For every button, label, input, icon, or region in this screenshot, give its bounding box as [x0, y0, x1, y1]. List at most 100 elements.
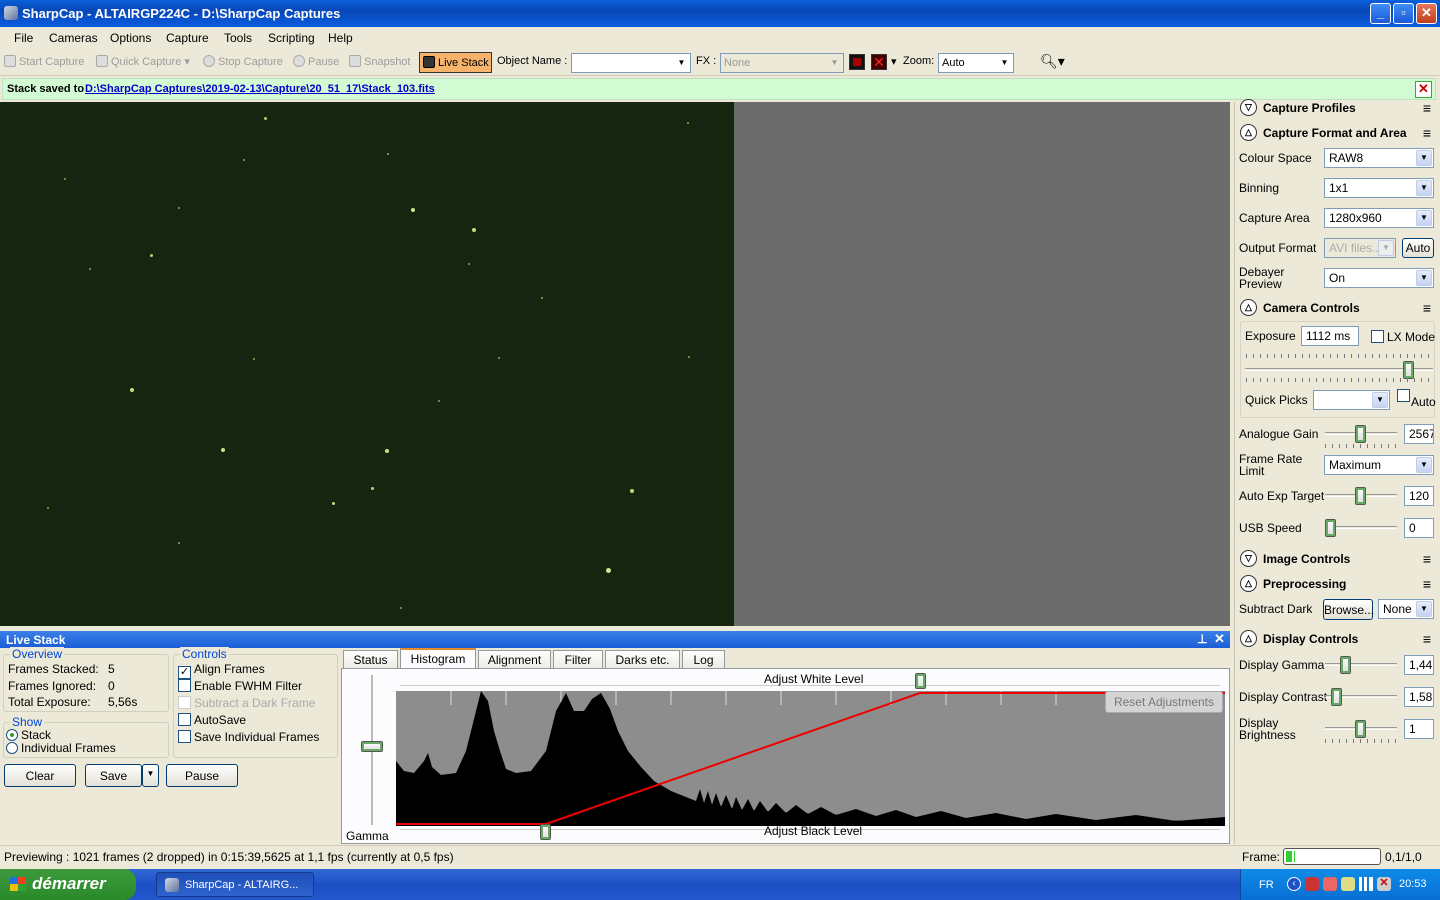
slider-thumb[interactable] — [1331, 688, 1342, 706]
save-button[interactable]: Save — [85, 764, 142, 787]
capture-format-header[interactable]: △ Capture Format and Area ≡ — [1237, 122, 1439, 144]
pause-button[interactable]: Pause — [293, 55, 339, 68]
zoom-combo[interactable]: Auto ▼ — [938, 53, 1014, 73]
display-gamma-slider[interactable] — [1325, 654, 1397, 676]
language-indicator[interactable]: FR — [1259, 879, 1274, 891]
gamma-slider[interactable] — [361, 675, 383, 825]
tab-alignment[interactable]: Alignment — [478, 650, 551, 668]
pin-icon[interactable]: ⊥ — [1197, 632, 1207, 646]
restore-button[interactable]: ▫ — [1393, 3, 1414, 24]
object-name-combo[interactable]: ▼ — [571, 53, 691, 73]
display-gamma-input[interactable]: 1,44 — [1404, 655, 1434, 675]
close-button[interactable]: ✕ — [1416, 3, 1437, 24]
menu-icon[interactable]: ≡ — [1423, 551, 1431, 567]
snapshot-button[interactable]: Snapshot — [349, 55, 410, 68]
start-button[interactable]: démarrer — [0, 869, 136, 900]
menu-icon[interactable]: ≡ — [1423, 300, 1431, 316]
debayer-preview-select[interactable]: On ▼ — [1324, 268, 1434, 288]
chevron-left-icon[interactable]: ‹ — [1287, 877, 1301, 891]
clear-button[interactable]: Clear — [4, 764, 76, 787]
autosave-checkbox[interactable]: AutoSave — [178, 713, 246, 727]
save-dropdown-button[interactable]: ▼ — [142, 764, 159, 787]
frame-rate-select[interactable]: Maximum ▼ — [1324, 455, 1434, 475]
close-icon[interactable]: ✕ — [1214, 631, 1225, 647]
align-frames-checkbox[interactable]: ✓ Align Frames — [178, 662, 265, 679]
output-format-auto-button[interactable]: Auto — [1402, 238, 1434, 258]
overlay-dropdown-icon[interactable]: ▾ — [891, 55, 897, 68]
usb-speed-input[interactable]: 0 — [1404, 518, 1434, 538]
signal-icon[interactable] — [1359, 877, 1373, 891]
camera-controls-header[interactable]: △ Camera Controls ≡ — [1237, 297, 1439, 319]
analogue-gain-input[interactable]: 2567 — [1404, 424, 1434, 444]
display-contrast-input[interactable]: 1,58 — [1404, 687, 1434, 707]
exposure-input[interactable]: 1112 ms — [1301, 326, 1359, 346]
menu-scripting[interactable]: Scripting — [268, 31, 315, 45]
menu-icon[interactable]: ≡ — [1423, 576, 1431, 592]
crosshair-icon[interactable]: ✕ — [871, 54, 887, 70]
tab-log[interactable]: Log — [682, 650, 725, 668]
colour-space-select[interactable]: RAW8 ▼ — [1324, 148, 1434, 168]
save-individual-checkbox[interactable]: Save Individual Frames — [178, 730, 319, 744]
reset-adjustments-button[interactable]: Reset Adjustments — [1105, 691, 1223, 713]
menu-icon[interactable]: ≡ — [1423, 125, 1431, 141]
network-error-icon[interactable]: ✕ — [1377, 877, 1391, 891]
display-brightness-slider[interactable] — [1325, 718, 1397, 740]
stop-capture-button[interactable]: Stop Capture — [203, 55, 283, 68]
auto-exp-target-input[interactable]: 120 — [1404, 486, 1434, 506]
dark-frame-select[interactable]: None ▼ — [1378, 599, 1434, 619]
menu-tools[interactable]: Tools — [224, 31, 252, 45]
tray-app-icon[interactable] — [1341, 877, 1355, 891]
tab-filter[interactable]: Filter — [553, 650, 603, 668]
magnifier-icon[interactable]: 🔍︎▾ — [1040, 53, 1065, 70]
usb-speed-slider[interactable] — [1325, 517, 1397, 539]
binning-select[interactable]: 1x1 ▼ — [1324, 178, 1434, 198]
menu-capture[interactable]: Capture — [166, 31, 209, 45]
menu-help[interactable]: Help — [328, 31, 353, 45]
tab-histogram[interactable]: Histogram — [400, 648, 476, 668]
tab-status[interactable]: Status — [343, 650, 398, 668]
minimize-button[interactable]: _ — [1370, 3, 1391, 24]
fwhm-filter-checkbox[interactable]: Enable FWHM Filter — [178, 679, 302, 693]
menu-file[interactable]: File — [14, 31, 33, 45]
close-icon[interactable]: ✕ — [1415, 81, 1432, 98]
menu-options[interactable]: Options — [110, 31, 151, 45]
target-box-icon[interactable] — [849, 54, 865, 70]
show-individual-radio[interactable]: Individual Frames — [6, 741, 116, 755]
tab-darks[interactable]: Darks etc. — [605, 650, 680, 668]
slider-thumb[interactable] — [1355, 720, 1366, 738]
pause-stack-button[interactable]: Pause — [166, 764, 238, 787]
quick-capture-button[interactable]: Quick Capture ▾ — [96, 55, 190, 68]
slider-thumb[interactable] — [1325, 519, 1336, 537]
taskbar-app-sharpcap[interactable]: SharpCap - ALTAIRG... — [156, 872, 314, 897]
tray-app-icon[interactable] — [1323, 877, 1337, 891]
security-icon[interactable] — [1305, 877, 1319, 891]
menu-icon[interactable]: ≡ — [1423, 100, 1431, 116]
auto-exp-target-slider[interactable] — [1325, 485, 1397, 507]
menu-cameras[interactable]: Cameras — [49, 31, 98, 45]
show-stack-radio[interactable]: Stack — [6, 728, 51, 742]
menu-icon[interactable]: ≡ — [1423, 631, 1431, 647]
capture-profiles-header[interactable]: ▽ Capture Profiles ≡ — [1237, 97, 1439, 119]
display-brightness-input[interactable]: 1 — [1404, 719, 1434, 739]
start-capture-button[interactable]: Start Capture — [4, 55, 84, 68]
preprocessing-header[interactable]: △ Preprocessing ≡ — [1237, 573, 1439, 595]
lx-mode-checkbox[interactable]: LX Mode — [1371, 330, 1435, 344]
fx-combo[interactable]: None ▼ — [720, 53, 844, 73]
subtract-dark-frame-checkbox[interactable]: Subtract a Dark Frame — [178, 696, 315, 710]
slider-thumb[interactable] — [1355, 487, 1366, 505]
capture-area-select[interactable]: 1280x960 ▼ — [1324, 208, 1434, 228]
slider-thumb[interactable] — [361, 741, 383, 752]
stack-path-link[interactable]: D:\SharpCap Captures\2019-02-13\Capture\… — [85, 83, 435, 95]
slider-thumb[interactable] — [1403, 361, 1414, 379]
quick-picks-select[interactable]: ▼ — [1313, 390, 1390, 410]
live-stack-button[interactable]: Live Stack — [419, 52, 492, 73]
display-controls-header[interactable]: △ Display Controls ≡ — [1237, 628, 1439, 650]
output-format-select[interactable]: AVI files... ▼ — [1324, 238, 1396, 258]
display-contrast-slider[interactable] — [1325, 686, 1397, 708]
browse-dark-button[interactable]: Browse... — [1323, 599, 1374, 620]
slider-thumb[interactable] — [1340, 656, 1351, 674]
analogue-gain-slider[interactable] — [1325, 423, 1397, 445]
black-level-thumb[interactable] — [540, 824, 551, 840]
image-controls-header[interactable]: ▽ Image Controls ≡ — [1237, 548, 1439, 570]
white-level-thumb[interactable] — [915, 673, 926, 689]
